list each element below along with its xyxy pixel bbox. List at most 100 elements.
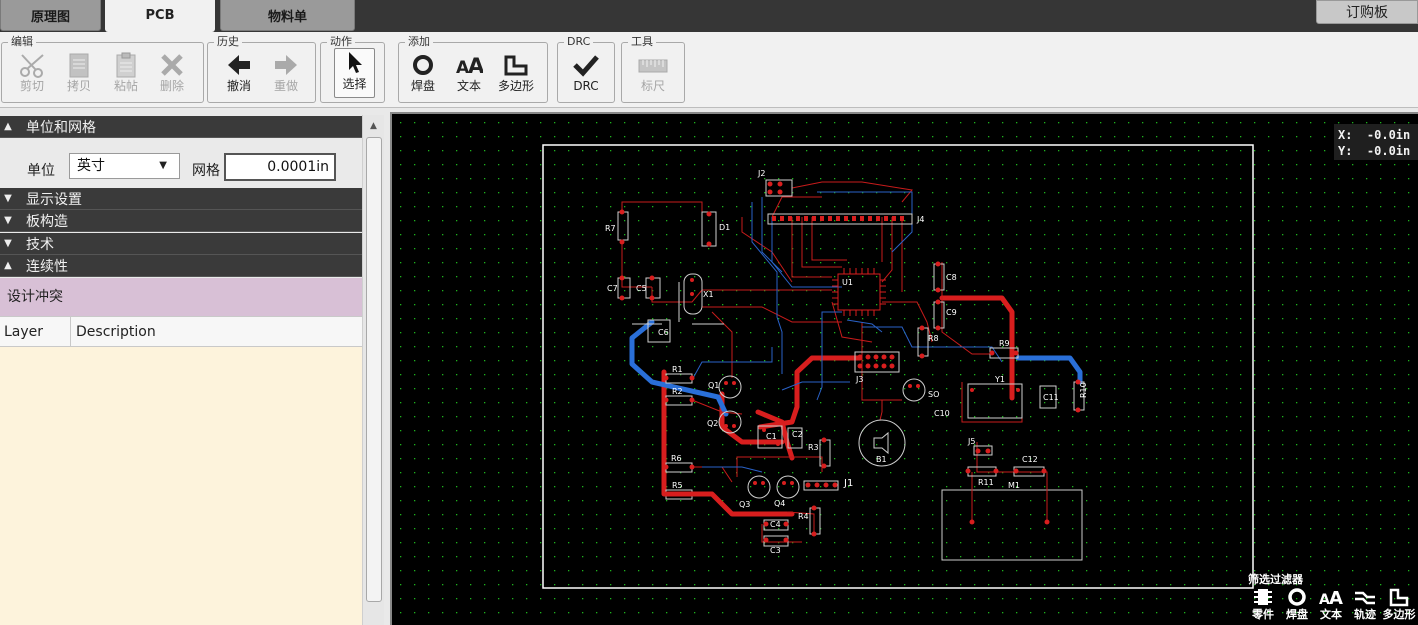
ref-u1: U1 bbox=[842, 278, 853, 287]
redo-button[interactable]: 重做 bbox=[264, 51, 308, 99]
column-header-layer[interactable]: Layer bbox=[0, 317, 71, 347]
ref-d1: D1 bbox=[719, 223, 730, 232]
grid-label: 网格 bbox=[192, 163, 220, 179]
checkmark-icon bbox=[572, 51, 600, 79]
text-aa-icon: AA bbox=[455, 51, 483, 79]
text-label: 文本 bbox=[456, 79, 481, 93]
polygon-label: 多边形 bbox=[497, 79, 534, 93]
ref-c10: C10 bbox=[934, 409, 950, 418]
add-text-button[interactable]: AA 文本 bbox=[451, 51, 487, 99]
add-polygon-button[interactable]: 多边形 bbox=[495, 51, 537, 99]
ref-j3: J3 bbox=[855, 375, 863, 384]
arrow-right-icon bbox=[273, 51, 299, 79]
ref-j5: J5 bbox=[967, 437, 975, 446]
polygon-icon bbox=[503, 51, 529, 79]
filter-text-button[interactable]: AA 文本 bbox=[1314, 586, 1348, 624]
action-group: 动作 选择 bbox=[320, 35, 385, 103]
units-grid-section-header[interactable]: ▲ 单位和网格 bbox=[0, 116, 362, 138]
drc-button[interactable]: DRC bbox=[563, 51, 609, 99]
chevron-up-icon: ▲ bbox=[4, 121, 12, 132]
filter-title: 筛选过滤器 bbox=[1248, 573, 1303, 586]
action-group-title: 动作 bbox=[327, 35, 355, 49]
connectivity-title: 连续性 bbox=[26, 258, 68, 275]
ref-c5: C5 bbox=[636, 284, 647, 293]
connectivity-section-header[interactable]: ▲ 连续性 bbox=[0, 255, 362, 277]
panel-scrollbar[interactable]: ▲ bbox=[362, 115, 384, 625]
ref-x1: X1 bbox=[703, 290, 714, 299]
ref-b1: B1 bbox=[876, 455, 887, 464]
unit-select-value: 英寸 bbox=[77, 158, 105, 174]
properties-panel: ▲ 单位和网格 单位 英寸 ▼ 网格 0.0001in ▼ 显示设置 ▼ 板构造 bbox=[0, 115, 384, 625]
ref-c8: C8 bbox=[946, 273, 957, 282]
grid-size-input[interactable]: 0.0001in bbox=[224, 153, 336, 181]
ref-c2: C2 bbox=[792, 430, 803, 439]
delete-button[interactable]: 删除 bbox=[150, 51, 194, 99]
undo-button[interactable]: 撤消 bbox=[217, 51, 261, 99]
ref-c11: C11 bbox=[1043, 393, 1059, 402]
drc-group: DRC DRC bbox=[557, 35, 615, 103]
cursor-arrow-icon bbox=[345, 49, 365, 77]
paste-icon bbox=[114, 51, 138, 79]
filter-pads-button[interactable]: 焊盘 bbox=[1280, 586, 1314, 624]
ref-m1: M1 bbox=[1008, 481, 1020, 490]
add-group: 添加 焊盘 AA 文本 多边形 bbox=[398, 35, 548, 103]
history-group: 历史 撤消 重做 bbox=[207, 35, 316, 103]
tab-bom[interactable]: 物料单 bbox=[220, 0, 355, 31]
unit-select[interactable]: 英寸 ▼ bbox=[69, 153, 180, 179]
ref-q2: Q2 bbox=[707, 419, 718, 428]
scrollbar-thumb[interactable] bbox=[366, 137, 382, 602]
pcb-editor-window: 原理图 PCB 物料单 订购板 编辑 剪切 拷贝 粘帖 删除 历史 撤消 重做 … bbox=[0, 0, 1418, 625]
ref-c1: C1 bbox=[766, 432, 777, 441]
paste-button[interactable]: 粘帖 bbox=[104, 51, 148, 99]
display-settings-section-header[interactable]: ▼ 显示设置 bbox=[0, 188, 362, 210]
pad-label: 焊盘 bbox=[410, 79, 435, 93]
ref-r6: R6 bbox=[671, 454, 682, 463]
filter-polygons-button[interactable]: 多边形 bbox=[1382, 586, 1416, 624]
technology-section-header[interactable]: ▼ 技术 bbox=[0, 233, 362, 255]
j4-header-pads bbox=[772, 216, 904, 221]
svg-text:A: A bbox=[468, 54, 483, 77]
ruler-button[interactable]: 标尺 bbox=[630, 51, 676, 99]
filter-traces-button[interactable]: 轨迹 bbox=[1348, 586, 1382, 624]
conflicts-table-header: Layer Description bbox=[0, 316, 362, 347]
svg-text:A: A bbox=[1329, 588, 1343, 607]
units-grid-row: 单位 英寸 ▼ 网格 0.0001in bbox=[0, 148, 362, 188]
cut-button[interactable]: 剪切 bbox=[10, 51, 54, 99]
filter-traces-label: 轨迹 bbox=[1354, 608, 1376, 621]
delete-label: 删除 bbox=[159, 79, 184, 93]
ref-c3: C3 bbox=[770, 546, 781, 555]
pcb-canvas[interactable]: J2 J4 R7 D1 C7 C5 X1 U1 C8 C9 C6 R8 R9 R… bbox=[390, 112, 1418, 625]
column-header-description[interactable]: Description bbox=[72, 317, 156, 347]
ref-q4: Q4 bbox=[774, 499, 785, 508]
add-pad-button[interactable]: 焊盘 bbox=[405, 51, 441, 99]
tab-pcb[interactable]: PCB bbox=[105, 0, 215, 32]
order-board-button[interactable]: 订购板 bbox=[1316, 0, 1418, 24]
delete-x-icon bbox=[159, 51, 185, 79]
edit-group-title: 编辑 bbox=[8, 35, 36, 49]
units-grid-section-title: 单位和网格 bbox=[26, 119, 96, 136]
cut-label: 剪切 bbox=[19, 79, 44, 93]
text-aa-icon: AA bbox=[1319, 586, 1343, 608]
paste-label: 粘帖 bbox=[113, 79, 138, 93]
board-construction-section-header[interactable]: ▼ 板构造 bbox=[0, 210, 362, 232]
copy-label: 拷贝 bbox=[66, 79, 91, 93]
add-group-title: 添加 bbox=[405, 35, 433, 49]
scroll-up-icon[interactable]: ▲ bbox=[365, 117, 382, 135]
ref-q1: Q1 bbox=[708, 381, 719, 390]
selection-filter: 筛选过滤器 零件 焊盘 AA 文本 轨迹 多边形 bbox=[1246, 568, 1418, 625]
ruler-label: 标尺 bbox=[640, 79, 665, 93]
tab-schematic[interactable]: 原理图 bbox=[0, 0, 101, 31]
pcb-drawing[interactable]: J2 J4 R7 D1 C7 C5 X1 U1 C8 C9 C6 R8 R9 R… bbox=[392, 114, 1418, 625]
filter-parts-button[interactable]: 零件 bbox=[1246, 586, 1280, 624]
ref-y1: Y1 bbox=[994, 375, 1005, 384]
board-construction-title: 板构造 bbox=[26, 213, 68, 230]
caret-down-icon: ▼ bbox=[159, 160, 167, 171]
y-coordinate: Y: -0.0in bbox=[1338, 144, 1411, 158]
select-button[interactable]: 选择 bbox=[334, 48, 375, 98]
grid-dots bbox=[392, 114, 1418, 625]
copy-button[interactable]: 拷贝 bbox=[57, 51, 101, 99]
undo-label: 撤消 bbox=[226, 79, 251, 93]
technology-title: 技术 bbox=[26, 236, 54, 253]
ref-c6: C6 bbox=[658, 328, 669, 337]
ref-q3: Q3 bbox=[739, 500, 750, 509]
